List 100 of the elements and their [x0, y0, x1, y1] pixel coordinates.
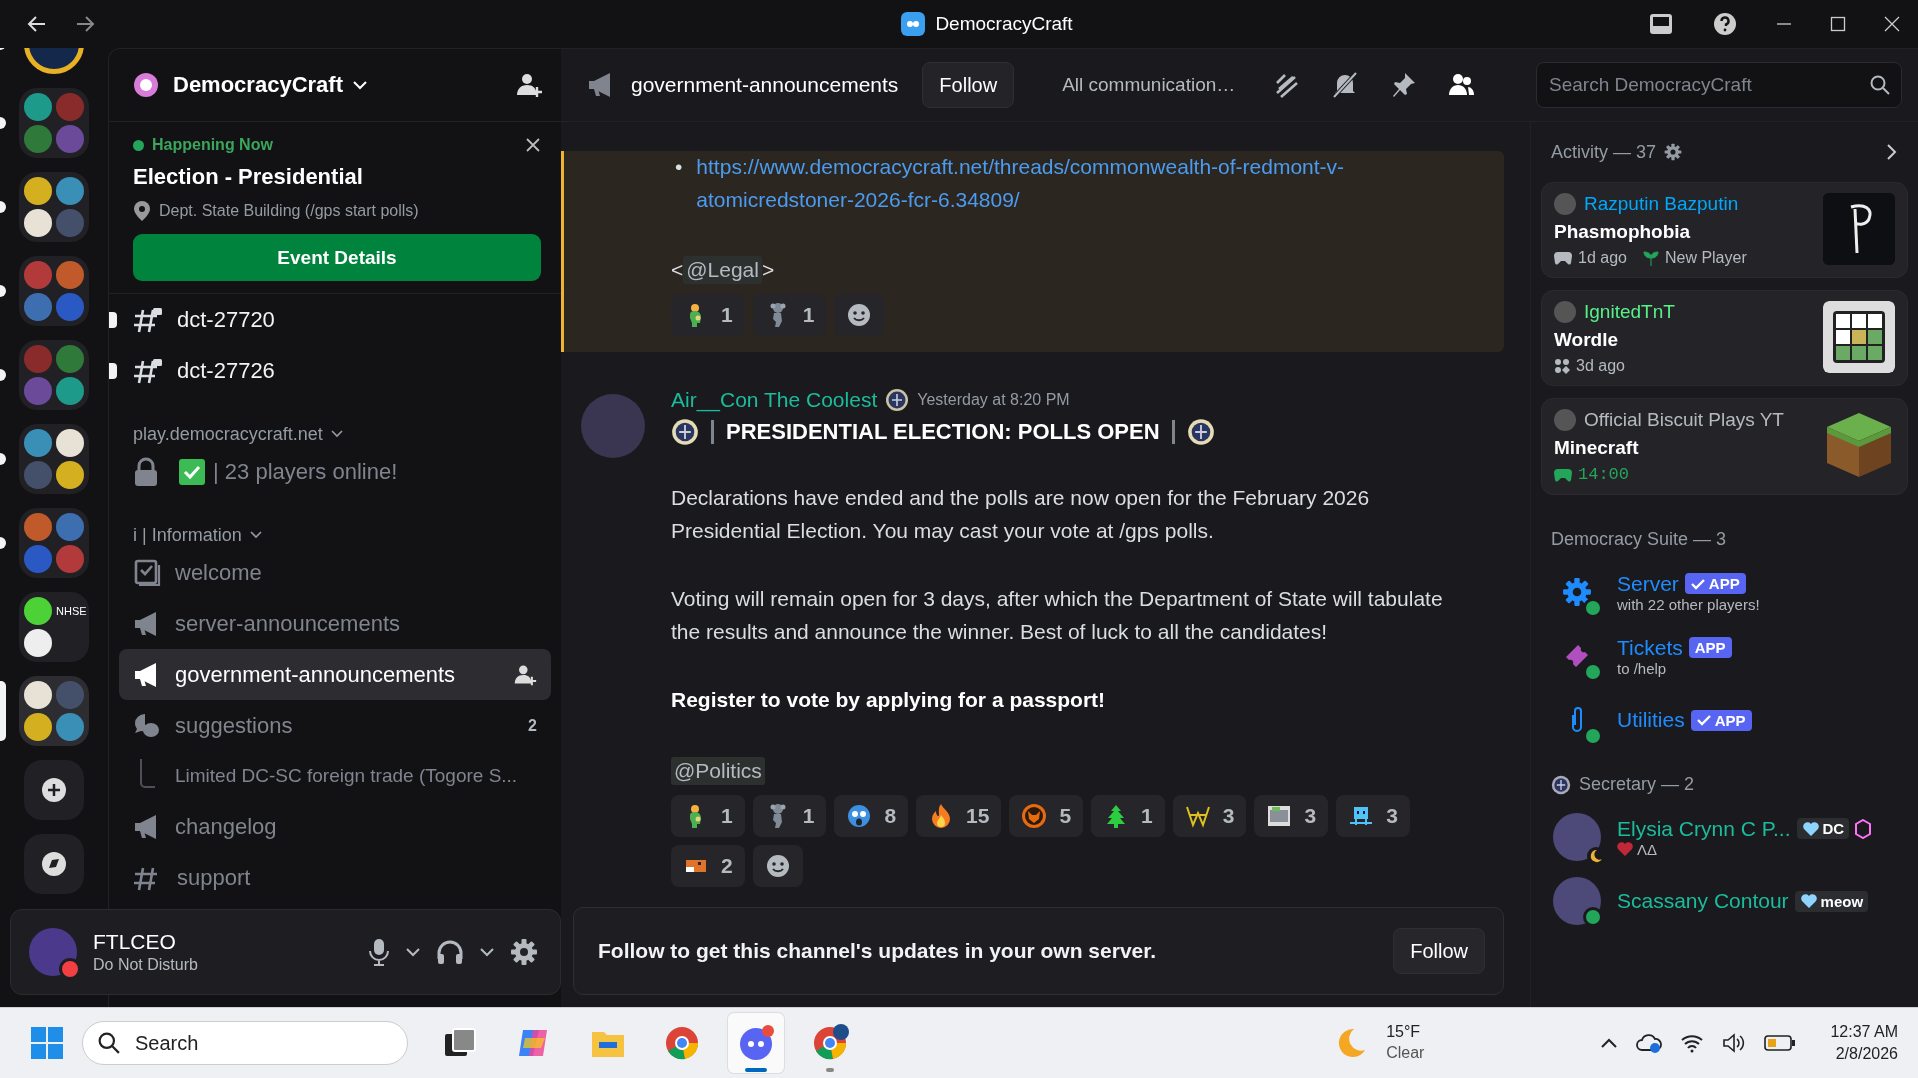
inbox-icon[interactable] — [1648, 11, 1674, 37]
server-icon[interactable] — [56, 429, 84, 457]
activity-card[interactable]: Official Biscuit Plays YT Minecraft 14:00 — [1541, 398, 1908, 495]
channel-item[interactable]: welcome — [119, 547, 551, 598]
link[interactable]: https://www.democracycraft.net/threads/commonwealth-of-redmont-v-atomicredstoner-2026-fcr-6.34809/ — [696, 151, 1484, 217]
chevron-down-icon[interactable] — [480, 947, 494, 957]
chevron-down-icon[interactable] — [249, 531, 262, 539]
add-reaction-button[interactable] — [752, 845, 803, 887]
server-rail-item[interactable]: NHSE — [0, 592, 108, 662]
thread-item[interactable]: Limited DC-SC foreign trade (Togore S... — [119, 751, 551, 801]
maximize-icon[interactable] — [1830, 16, 1846, 32]
cloud-icon[interactable] — [1636, 1032, 1663, 1054]
server-icon[interactable] — [56, 461, 84, 489]
reaction-button[interactable]: 3 — [1172, 795, 1247, 837]
channel-category[interactable]: i | Information — [133, 524, 242, 546]
member-status-text: with 22 other players! — [1617, 595, 1760, 613]
reaction-button[interactable]: 15 — [916, 795, 1002, 837]
reaction-button[interactable]: 1 — [752, 294, 827, 337]
activity-card[interactable]: IgnitedTnT Wordle 3d ago — [1541, 290, 1908, 386]
window-title: DemocracyCraft — [935, 13, 1073, 35]
member-name: Elysia Crynn C P... — [1617, 816, 1791, 841]
role-mention[interactable]: @Politics — [671, 757, 765, 785]
member-item[interactable]: Scassany Contour meow — [1541, 869, 1908, 933]
server-icon[interactable] — [24, 681, 52, 709]
server-tag: DC — [1796, 818, 1850, 839]
help-icon[interactable] — [1712, 11, 1738, 37]
channel-name: suggestions — [175, 712, 293, 739]
close-icon[interactable] — [525, 137, 541, 153]
server-folder[interactable] — [19, 424, 89, 494]
event-details-button[interactable]: Event Details — [133, 234, 541, 281]
search-field[interactable]: Search DemocracyCraft — [1536, 62, 1902, 108]
add-server-button[interactable] — [24, 760, 84, 820]
channel-item[interactable]: changelog — [119, 801, 551, 852]
author-name[interactable]: Air__Con The Coolest — [671, 388, 878, 413]
muted-bell-icon[interactable] — [1331, 71, 1360, 99]
server-folder[interactable] — [19, 676, 89, 746]
reaction-button[interactable]: 8 — [834, 795, 909, 837]
clock-time[interactable]: 12:37 AM — [1830, 1021, 1898, 1043]
battery-icon[interactable] — [1764, 1034, 1797, 1052]
channel-item[interactable]: dct-27726 — [119, 345, 551, 396]
invite-people-icon[interactable] — [515, 71, 543, 99]
event-location: Dept. State Building (/gps start polls) — [159, 202, 419, 220]
taskbar-search-field[interactable]: Search — [82, 1021, 408, 1065]
channel-category[interactable]: play.democracycraft.net — [133, 423, 323, 445]
reaction-button[interactable]: 5 — [1009, 795, 1084, 837]
discover-button[interactable] — [24, 834, 84, 894]
member-item[interactable]: Server APP with 22 other players! — [1541, 560, 1908, 624]
channel-item[interactable]: | 23 players online! — [119, 446, 551, 497]
wifi-icon[interactable] — [1680, 1033, 1705, 1053]
follow-button[interactable]: Follow — [1393, 928, 1485, 974]
server-icon[interactable] — [24, 177, 52, 205]
game-title: Minecraft — [1554, 437, 1640, 459]
start-button[interactable] — [30, 1026, 64, 1060]
clock-date[interactable]: 2/8/2026 — [1835, 1043, 1898, 1065]
chevron-down-icon[interactable] — [330, 430, 343, 438]
member-item[interactable]: Tickets APP to /help — [1541, 624, 1908, 688]
microphone-icon[interactable] — [368, 938, 390, 966]
server-icon[interactable] — [24, 597, 52, 625]
seal-icon — [671, 418, 699, 447]
chevron-down-icon[interactable] — [406, 947, 420, 957]
member-name: Server — [1617, 571, 1679, 596]
event-title: Election - Presidential — [133, 164, 364, 190]
server-logo-icon — [133, 72, 159, 98]
reaction-count: 15 — [966, 804, 990, 828]
app-tag: APP — [1684, 573, 1746, 594]
game-controller-icon — [1554, 467, 1572, 482]
close-icon[interactable] — [1884, 16, 1900, 32]
headphones-icon[interactable] — [436, 939, 464, 965]
volume-icon[interactable] — [1722, 1033, 1747, 1053]
reaction-button[interactable]: 1 — [1091, 795, 1165, 837]
channel-item[interactable]: dct-27720 — [119, 294, 551, 345]
reaction-button[interactable]: 1 — [671, 294, 745, 337]
reaction-button[interactable]: 1 — [752, 795, 827, 837]
server-name[interactable]: DemocracyCraft — [173, 72, 343, 98]
settings-icon[interactable] — [510, 938, 538, 966]
server-folder[interactable]: NHSE — [19, 592, 89, 662]
server-icon[interactable] — [24, 629, 52, 657]
channel-item[interactable]: support — [119, 852, 551, 903]
member-item[interactable]: Utilities APP — [1541, 688, 1908, 752]
chevron-up-icon[interactable] — [1600, 1037, 1619, 1049]
channel-item[interactable]: server-announcements — [119, 598, 551, 649]
notification-setting[interactable]: All communication… — [1062, 74, 1236, 96]
reaction-button[interactable]: 1 — [671, 795, 745, 837]
channel-item[interactable]: suggestions 2 — [119, 700, 551, 751]
follow-button[interactable]: Follow — [922, 62, 1015, 108]
reaction-button[interactable]: 2 — [671, 845, 745, 887]
reaction-button[interactable]: 3 — [1336, 795, 1410, 837]
reaction-button[interactable]: 3 — [1254, 795, 1329, 837]
settings-icon[interactable] — [1664, 143, 1683, 161]
activity-card[interactable]: Razputin Bazputin Phasmophobia 1d ago New Player — [1541, 182, 1908, 278]
server-folder[interactable] — [19, 172, 89, 242]
server-icon[interactable] — [24, 209, 52, 237]
channel-item[interactable]: government-announcements — [119, 649, 551, 700]
user-avatar[interactable] — [29, 928, 77, 976]
chat-app-icon[interactable] — [728, 1013, 784, 1073]
server-icon[interactable] — [24, 713, 52, 741]
member-item[interactable]: Elysia Crynn C P... DC ΛΔ — [1541, 805, 1908, 869]
add-reaction-button[interactable] — [834, 294, 885, 337]
role-mention[interactable]: @Legal — [683, 256, 762, 285]
chevron-right-icon[interactable] — [1886, 143, 1898, 161]
